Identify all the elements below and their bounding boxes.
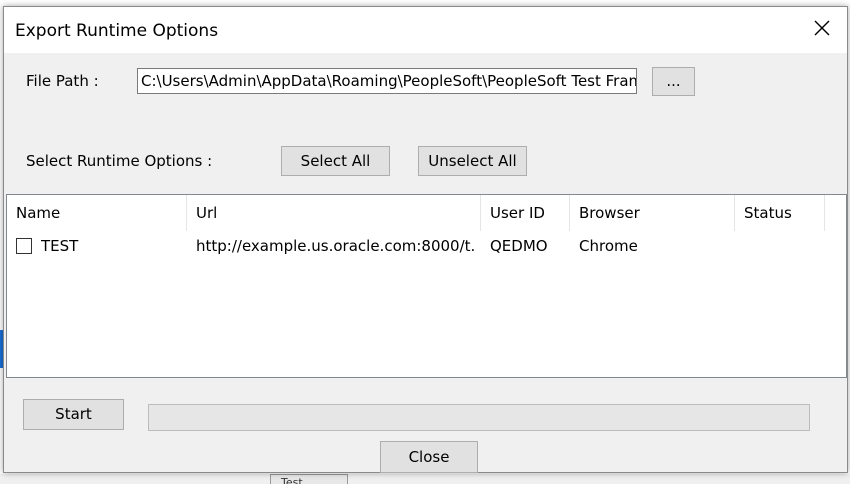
dialog-titlebar: Export Runtime Options — [4, 7, 847, 53]
file-path-input[interactable]: C:\Users\Admin\AppData\Roaming\PeopleSof… — [137, 68, 637, 94]
export-progress-bar — [148, 404, 810, 431]
row-name: TEST — [41, 237, 79, 255]
row-checkbox[interactable] — [16, 238, 32, 254]
browse-button[interactable]: ... — [652, 67, 695, 96]
unselect-all-button[interactable]: Unselect All — [418, 146, 527, 176]
row-status — [744, 235, 824, 257]
column-header-name[interactable]: Name — [7, 195, 187, 231]
dialog-title: Export Runtime Options — [15, 21, 219, 41]
close-icon[interactable] — [811, 17, 833, 39]
row-url: http://example.us.oracle.com:8000/t... — [196, 237, 476, 255]
file-path-label: File Path : — [26, 72, 99, 90]
column-header-status[interactable]: Status — [735, 195, 825, 231]
column-header-user-id[interactable]: User ID — [481, 195, 570, 231]
select-all-button[interactable]: Select All — [281, 146, 390, 176]
row-user-id: QEDMO — [490, 237, 548, 255]
background-toolbar — [0, 474, 850, 484]
row-browser: Chrome — [579, 237, 638, 255]
close-button[interactable]: Close — [380, 441, 478, 473]
export-runtime-options-dialog: Export Runtime Options File Path : C:\Us… — [3, 6, 848, 473]
runtime-options-list[interactable]: Name Url User ID Browser Status TEST htt… — [6, 194, 847, 378]
background-tab: Test — [270, 474, 348, 484]
start-button[interactable]: Start — [23, 399, 124, 430]
select-runtime-options-label: Select Runtime Options : — [26, 152, 213, 170]
column-header-url[interactable]: Url — [187, 195, 481, 231]
column-header-browser[interactable]: Browser — [570, 195, 735, 231]
